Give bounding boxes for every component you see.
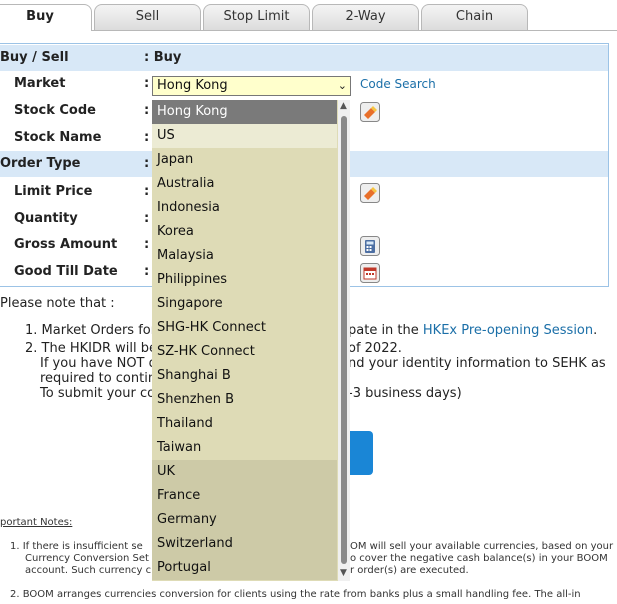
- market-option[interactable]: Shanghai B: [152, 364, 337, 388]
- good-till-date-label: Good Till Date: [14, 264, 118, 279]
- market-option[interactable]: France: [152, 484, 337, 508]
- market-option[interactable]: Hong Kong: [152, 100, 337, 124]
- market-option[interactable]: Korea: [152, 220, 337, 244]
- dropdown-scrollbar[interactable]: ▲ ▼: [338, 100, 350, 581]
- colon: :: [144, 264, 150, 279]
- market-option[interactable]: Switzerland: [152, 532, 337, 556]
- market-option[interactable]: Philippines: [152, 268, 337, 292]
- currency-conversion-link[interactable]: Currency Conversion Set: [25, 553, 149, 564]
- market-option[interactable]: Malaysia: [152, 244, 337, 268]
- important-1d: account. Such currency c: [25, 565, 152, 576]
- eraser-icon[interactable]: [360, 183, 380, 203]
- stock-name-label: Stock Name: [14, 130, 102, 145]
- note-2-start: 2. The HKIDR will be: [25, 341, 158, 356]
- note-2-end: of 2022.: [348, 341, 402, 356]
- market-option[interactable]: Australia: [152, 172, 337, 196]
- buy-sell-label: Buy / Sell: [0, 50, 69, 65]
- market-option[interactable]: Singapore: [152, 292, 337, 316]
- buy-sell-value: : Buy: [144, 50, 182, 65]
- market-option[interactable]: SZ-HK Connect: [152, 340, 337, 364]
- note-2-line3: required to continu: [40, 371, 165, 386]
- market-option[interactable]: Shenzhen B: [152, 388, 337, 412]
- market-dropdown-list: Hong Kong US Japan Australia Indonesia K…: [152, 100, 350, 581]
- market-select[interactable]: Hong Kong ⌄: [152, 76, 351, 96]
- market-option[interactable]: Taiwan: [152, 436, 337, 460]
- colon: :: [144, 76, 150, 91]
- chevron-down-icon: ⌄: [337, 79, 347, 92]
- colon: :: [144, 211, 150, 226]
- note-2-line2b: nd your identity information to SEHK as: [348, 356, 606, 371]
- market-option[interactable]: Indonesia: [152, 196, 337, 220]
- note-2-line2a: If you have NOT d: [40, 356, 157, 371]
- tab-buy[interactable]: Buy: [0, 4, 92, 31]
- market-option[interactable]: Japan: [152, 148, 337, 172]
- tab-2-way[interactable]: 2-Way: [312, 4, 419, 30]
- order-tabs: Buy Sell Stop Limit 2-Way Chain: [0, 0, 617, 31]
- tab-sell[interactable]: Sell: [94, 4, 201, 30]
- order-type-label: Order Type: [0, 156, 81, 171]
- buy-sell-header: [0, 45, 608, 71]
- market-option[interactable]: Germany: [152, 508, 337, 532]
- tab-chain[interactable]: Chain: [421, 4, 528, 30]
- market-option[interactable]: Thailand: [152, 412, 337, 436]
- gross-amount-label: Gross Amount: [14, 237, 118, 252]
- quantity-label: Quantity: [14, 211, 78, 226]
- colon: :: [144, 130, 150, 145]
- please-note: Please note that :: [0, 296, 115, 311]
- important-notes-title: portant Notes:: [0, 517, 73, 528]
- note-2-line4-end: -3 business days): [348, 386, 462, 401]
- colon: :: [144, 156, 150, 171]
- code-search-link[interactable]: Code Search: [360, 77, 436, 91]
- colon: :: [144, 184, 150, 199]
- colon: :: [144, 237, 150, 252]
- note-1-start: 1. Market Orders for: [25, 323, 157, 338]
- hkex-pre-opening-link[interactable]: HKEx Pre-opening Session: [423, 323, 593, 338]
- important-1e: r order(s) are executed.: [350, 565, 469, 576]
- market-option[interactable]: Portugal: [152, 556, 337, 580]
- important-1b: OM will sell your available currencies, …: [350, 541, 614, 552]
- scroll-up-icon[interactable]: ▲: [340, 101, 347, 111]
- calendar-icon[interactable]: [360, 263, 380, 283]
- scroll-down-icon[interactable]: ▼: [340, 568, 347, 578]
- tab-stop-limit[interactable]: Stop Limit: [203, 4, 310, 30]
- colon: :: [144, 103, 150, 118]
- market-option[interactable]: UK: [152, 460, 337, 484]
- note-1-end: pate in the HKEx Pre-opening Session.: [348, 323, 597, 338]
- market-option[interactable]: US: [152, 124, 337, 148]
- limit-price-label: Limit Price: [14, 184, 93, 199]
- scroll-thumb[interactable]: [341, 116, 347, 564]
- important-1c: o cover the negative cash balance(s) in …: [350, 553, 608, 564]
- market-option[interactable]: SHG-HK Connect: [152, 316, 337, 340]
- important-1a: 1. If there is insufficient se: [10, 541, 143, 552]
- eraser-icon[interactable]: [360, 102, 380, 122]
- stock-code-label: Stock Code: [14, 103, 96, 118]
- market-label: Market: [14, 76, 66, 91]
- market-select-value: Hong Kong: [157, 78, 228, 93]
- important-2a: 2. BOOM arranges currencies conversion f…: [10, 589, 581, 600]
- note-1-tail: .: [593, 323, 598, 338]
- submit-info-link[interactable]: To submit your co: [40, 386, 155, 401]
- note-1-text: pate in the: [348, 323, 419, 338]
- calculator-icon[interactable]: [360, 236, 380, 256]
